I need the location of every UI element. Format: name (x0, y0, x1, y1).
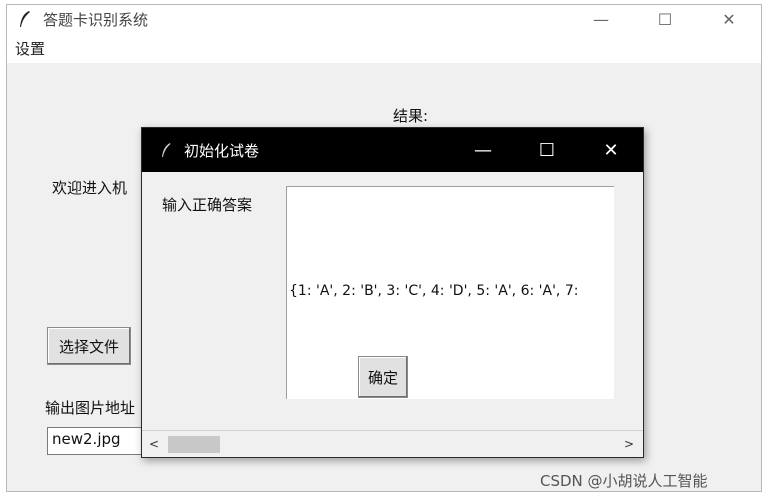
feather-icon (156, 140, 176, 160)
dialog-maximize-button[interactable]: ☐ (515, 128, 579, 172)
watermark: CSDN @小胡说人工智能 (540, 472, 708, 490)
menu-bar: 设置 (7, 33, 761, 63)
maximize-button[interactable]: ☐ (633, 5, 697, 33)
minimize-button[interactable]: — (569, 5, 633, 33)
title-bar: 答题卡识别系统 — ☐ ✕ (7, 5, 761, 33)
dialog-minimize-button[interactable]: — (451, 128, 515, 172)
result-label: 结果: (393, 107, 429, 125)
scroll-left-icon[interactable]: < (144, 431, 164, 457)
window-title: 答题卡识别系统 (43, 10, 149, 29)
confirm-button[interactable]: 确定 (358, 356, 408, 398)
output-path-label: 输出图片地址 (45, 399, 136, 417)
dialog-title-bar: 初始化试卷 — ☐ ✕ (142, 128, 643, 172)
answer-text-area[interactable]: {1: 'A', 2: 'B', 3: 'C', 4: 'D', 5: 'A',… (286, 186, 614, 399)
scroll-thumb[interactable] (168, 436, 220, 453)
init-paper-dialog: 初始化试卷 — ☐ ✕ 输入正确答案 {1: 'A', 2: 'B', 3: '… (141, 127, 644, 458)
dialog-close-button[interactable]: ✕ (579, 128, 643, 172)
choose-file-button[interactable]: 选择文件 (47, 327, 131, 365)
menu-settings[interactable]: 设置 (15, 38, 45, 59)
welcome-text: 欢迎进入机 (52, 179, 128, 197)
close-button[interactable]: ✕ (697, 5, 761, 33)
scroll-right-icon[interactable]: > (619, 431, 639, 457)
dialog-title: 初始化试卷 (184, 141, 260, 160)
horizontal-scrollbar[interactable]: < > (142, 430, 643, 457)
dialog-window-controls: — ☐ ✕ (451, 128, 643, 172)
answer-label: 输入正确答案 (162, 196, 253, 214)
window-controls: — ☐ ✕ (569, 5, 761, 33)
answer-value: {1: 'A', 2: 'B', 3: 'C', 4: 'D', 5: 'A',… (289, 283, 579, 299)
feather-icon (13, 5, 37, 33)
